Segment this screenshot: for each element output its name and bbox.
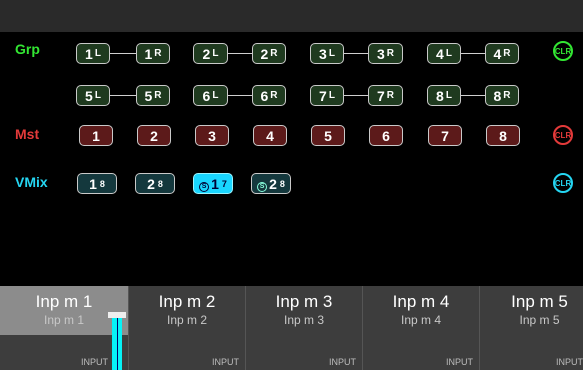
channel-short-name: Inp m 4: [400, 313, 442, 327]
grp-button-5L[interactable]: 5L: [76, 85, 110, 106]
mst-button-5[interactable]: 5: [311, 125, 345, 146]
vmix-clear-button[interactable]: CLR: [553, 173, 573, 193]
channel-name: Inp m 3: [275, 292, 333, 311]
channel-type: INPUT: [81, 357, 108, 367]
mst-clear-button[interactable]: CLR: [553, 125, 573, 145]
grp-button-7L[interactable]: 7L: [310, 85, 344, 106]
grp-button-1R[interactable]: 1R: [136, 43, 170, 64]
stereo-icon: S: [199, 181, 210, 192]
grp-clear-button[interactable]: CLR: [553, 41, 573, 61]
mst-button-2[interactable]: 2: [137, 125, 171, 146]
grp-button-6L[interactable]: 6L: [193, 85, 228, 106]
grp-button-8L[interactable]: 8L: [427, 85, 461, 106]
channel-name: Inp m 1: [35, 292, 93, 311]
title-bar: [0, 0, 583, 32]
channel-type: INPUT: [446, 357, 473, 367]
vmix-button-4[interactable]: S28: [251, 173, 291, 194]
vmix-button-3-active[interactable]: S17: [193, 173, 233, 194]
pair-link-6: [228, 95, 252, 96]
fader-meter-divider: [117, 316, 118, 370]
pair-link-7: [344, 95, 368, 96]
grp-row-label: Grp: [15, 41, 40, 57]
mst-button-8[interactable]: 8: [486, 125, 520, 146]
channel-name: Inp m 4: [392, 292, 450, 311]
channel-type: INPUT: [556, 357, 583, 367]
mst-button-7[interactable]: 7: [428, 125, 462, 146]
grp-button-1L[interactable]: 1L: [76, 43, 110, 64]
pair-link-5: [110, 95, 136, 96]
channel-strip-3[interactable]: Inp m 3 Inp m 3 INPUT: [246, 286, 363, 370]
mst-button-3[interactable]: 3: [195, 125, 229, 146]
grp-button-8R[interactable]: 8R: [485, 85, 519, 106]
pair-link-8: [461, 95, 485, 96]
mst-row-label: Mst: [15, 126, 40, 142]
mst-button-4[interactable]: 4: [253, 125, 287, 146]
channel-short-name: Inp m 2: [166, 313, 208, 327]
grp-button-2L[interactable]: 2L: [193, 43, 228, 64]
mst-button-6[interactable]: 6: [369, 125, 403, 146]
grp-button-5R[interactable]: 5R: [136, 85, 170, 106]
pair-link-3: [344, 53, 368, 54]
channel-short-name: Inp m 5: [519, 313, 560, 327]
stereo-icon: S: [257, 181, 268, 192]
grp-button-6R[interactable]: 6R: [252, 85, 286, 106]
vmix-button-2[interactable]: 28: [135, 173, 175, 194]
channel-name: Inp m 5: [511, 292, 568, 311]
vmix-row-label: VMix: [15, 174, 48, 190]
fader-knob[interactable]: [108, 312, 126, 318]
pair-link-1: [110, 53, 136, 54]
channel-strip-1[interactable]: Inp m 1 Inp m 1 INPUT: [0, 286, 129, 370]
grp-button-4R[interactable]: 4R: [485, 43, 519, 64]
channel-strip-4[interactable]: Inp m 4 Inp m 4 INPUT: [363, 286, 480, 370]
vmix-button-1[interactable]: 18: [77, 173, 117, 194]
grp-button-7R[interactable]: 7R: [368, 85, 403, 106]
grp-button-3R[interactable]: 3R: [368, 43, 403, 64]
channel-type: INPUT: [329, 357, 356, 367]
channel-strip-2[interactable]: Inp m 2 Inp m 2 INPUT: [129, 286, 246, 370]
grp-button-4L[interactable]: 4L: [427, 43, 461, 64]
mst-button-1[interactable]: 1: [79, 125, 113, 146]
channel-strip-5[interactable]: Inp m 5 Inp m 5 INPUT: [480, 286, 583, 370]
pair-link-4: [461, 53, 485, 54]
channel-name: Inp m 2: [158, 292, 216, 311]
channel-short-name: Inp m 3: [283, 313, 325, 327]
channel-type: INPUT: [212, 357, 239, 367]
grp-button-2R[interactable]: 2R: [252, 43, 286, 64]
pair-link-2: [228, 53, 252, 54]
grp-button-3L[interactable]: 3L: [310, 43, 344, 64]
